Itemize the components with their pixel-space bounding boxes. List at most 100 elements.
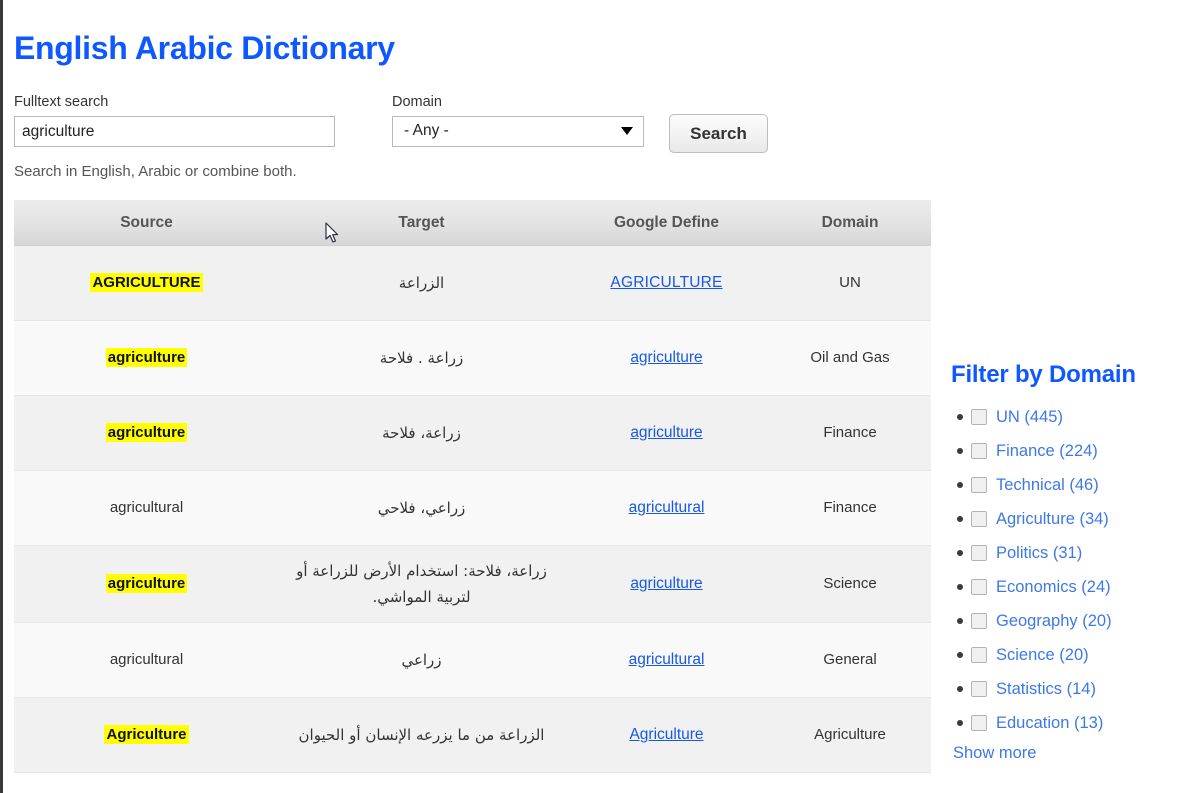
domain-select[interactable]: - Any -: [392, 116, 644, 147]
bullet-icon: [957, 550, 963, 556]
filter-sidebar-title: Filter by Domain: [951, 361, 1136, 388]
facet-link[interactable]: Geography (20): [996, 612, 1112, 631]
results-table-body: AGRICULTURE الزراعة AGRICULTURE UN agricultu…: [14, 245, 931, 773]
show-more-link[interactable]: Show more: [953, 744, 1036, 763]
facet-link[interactable]: Economics (24): [996, 578, 1111, 597]
facet-checkbox[interactable]: [971, 443, 987, 459]
list-item[interactable]: Science (20): [951, 638, 1176, 672]
results-table: Source Target Google Define Domain AGRIC…: [14, 200, 931, 773]
fulltext-search-label: Fulltext search: [14, 94, 109, 110]
cell-google-define: agricultural: [564, 470, 769, 546]
google-define-link[interactable]: Agriculture: [629, 726, 703, 743]
cell-source: agricultural: [14, 470, 279, 546]
search-button[interactable]: Search: [669, 114, 768, 153]
column-header-google-define[interactable]: Google Define: [564, 200, 769, 246]
facet-link[interactable]: Finance (224): [996, 442, 1098, 461]
facet-link[interactable]: Statistics (14): [996, 680, 1096, 699]
bullet-icon: [957, 482, 963, 488]
facet-checkbox[interactable]: [971, 647, 987, 663]
domain-select-label: Domain: [392, 94, 442, 110]
page-content: English Arabic Dictionary Fulltext searc…: [3, 0, 1179, 793]
table-row: agricultural زراعي، فلاحي agricultural Fina…: [14, 470, 931, 546]
facet-checkbox[interactable]: [971, 579, 987, 595]
facet-checkbox[interactable]: [971, 511, 987, 527]
list-item[interactable]: Technical (46): [951, 468, 1176, 502]
page-title: English Arabic Dictionary: [14, 30, 395, 66]
facet-checkbox[interactable]: [971, 613, 987, 629]
cell-google-define: agriculture: [564, 320, 769, 396]
cell-domain: General: [769, 622, 931, 698]
google-define-link[interactable]: agricultural: [629, 651, 705, 668]
facet-checkbox[interactable]: [971, 715, 987, 731]
cell-target: زراعة، فلاحة: [279, 395, 564, 471]
list-item[interactable]: Geography (20): [951, 604, 1176, 638]
cell-source: agriculture: [14, 545, 279, 623]
facet-checkbox[interactable]: [971, 477, 987, 493]
google-define-link[interactable]: agricultural: [629, 499, 705, 516]
facet-link[interactable]: UN (445): [996, 408, 1063, 427]
list-item[interactable]: Economics (24): [951, 570, 1176, 604]
cell-target: الزراعة: [279, 245, 564, 321]
cell-domain: Finance: [769, 395, 931, 471]
facet-link[interactable]: Technical (46): [996, 476, 1099, 495]
fulltext-search-field: Fulltext search: [14, 93, 335, 147]
cell-google-define: agriculture: [564, 545, 769, 623]
cell-target: زراعة . فلاحة: [279, 320, 564, 396]
table-row: Agriculture الزراعة من ما يزرعه الإنسان أ…: [14, 697, 931, 773]
domain-select-field: Domain - Any -: [392, 93, 644, 147]
facet-link[interactable]: Politics (31): [996, 544, 1082, 563]
cell-source: Agriculture: [14, 697, 279, 773]
list-item[interactable]: Agriculture (34): [951, 502, 1176, 536]
bullet-icon: [957, 686, 963, 692]
table-row: agriculture زراعة، فلاحة agriculture Financ…: [14, 395, 931, 471]
facet-link[interactable]: Science (20): [996, 646, 1089, 665]
table-row: agriculture زراعة، فلاحة: استخدام الأرض ل…: [14, 545, 931, 623]
list-item[interactable]: UN (445): [951, 400, 1176, 434]
cell-source: agricultural: [14, 622, 279, 698]
table-header-row: Source Target Google Define Domain: [14, 200, 931, 246]
filter-sidebar: Filter by Domain UN (445) Finance (224) Te…: [951, 360, 1176, 763]
cell-domain: Oil and Gas: [769, 320, 931, 396]
cell-source: AGRICULTURE: [14, 245, 279, 321]
facet-checkbox[interactable]: [971, 545, 987, 561]
bullet-icon: [957, 720, 963, 726]
search-input[interactable]: [14, 116, 335, 147]
table-row: agriculture زراعة . فلاحة agriculture Oil a…: [14, 320, 931, 396]
cell-google-define: AGRICULTURE: [564, 245, 769, 321]
chevron-down-icon: [621, 127, 633, 135]
google-define-link[interactable]: AGRICULTURE: [610, 274, 722, 291]
google-define-link[interactable]: agriculture: [630, 575, 702, 592]
table-row: agricultural زراعي agricultural General: [14, 622, 931, 698]
search-term-highlight: agriculture: [105, 574, 188, 593]
search-term-highlight: AGRICULTURE: [90, 273, 203, 292]
cell-target: زراعة، فلاحة: استخدام الأرض للزراعة أو ل…: [279, 545, 564, 623]
column-header-domain[interactable]: Domain: [769, 200, 931, 246]
cell-source: agriculture: [14, 320, 279, 396]
column-header-source[interactable]: Source: [14, 200, 279, 246]
list-item[interactable]: Politics (31): [951, 536, 1176, 570]
cell-google-define: agricultural: [564, 622, 769, 698]
cell-google-define: Agriculture: [564, 697, 769, 773]
search-hint-text: Search in English, Arabic or combine bot…: [14, 163, 297, 180]
cell-target: زراعي: [279, 622, 564, 698]
table-row: AGRICULTURE الزراعة AGRICULTURE UN: [14, 245, 931, 321]
google-define-link[interactable]: agriculture: [630, 424, 702, 441]
facet-checkbox[interactable]: [971, 681, 987, 697]
bullet-icon: [957, 618, 963, 624]
cell-domain: UN: [769, 245, 931, 321]
column-header-target[interactable]: Target: [279, 200, 564, 246]
google-define-link[interactable]: agriculture: [630, 349, 702, 366]
bullet-icon: [957, 516, 963, 522]
facet-link[interactable]: Agriculture (34): [996, 510, 1109, 529]
list-item[interactable]: Finance (224): [951, 434, 1176, 468]
cell-domain: Finance: [769, 470, 931, 546]
search-term-highlight: agriculture: [105, 423, 188, 442]
facet-link[interactable]: Education (13): [996, 714, 1103, 733]
results-table-header: Source Target Google Define Domain: [14, 200, 931, 246]
cell-target: الزراعة من ما يزرعه الإنسان أو الحيوان: [279, 697, 564, 773]
facet-checkbox[interactable]: [971, 409, 987, 425]
domain-select-value: - Any -: [404, 122, 449, 139]
list-item[interactable]: Education (13): [951, 706, 1176, 740]
bullet-icon: [957, 652, 963, 658]
list-item[interactable]: Statistics (14): [951, 672, 1176, 706]
